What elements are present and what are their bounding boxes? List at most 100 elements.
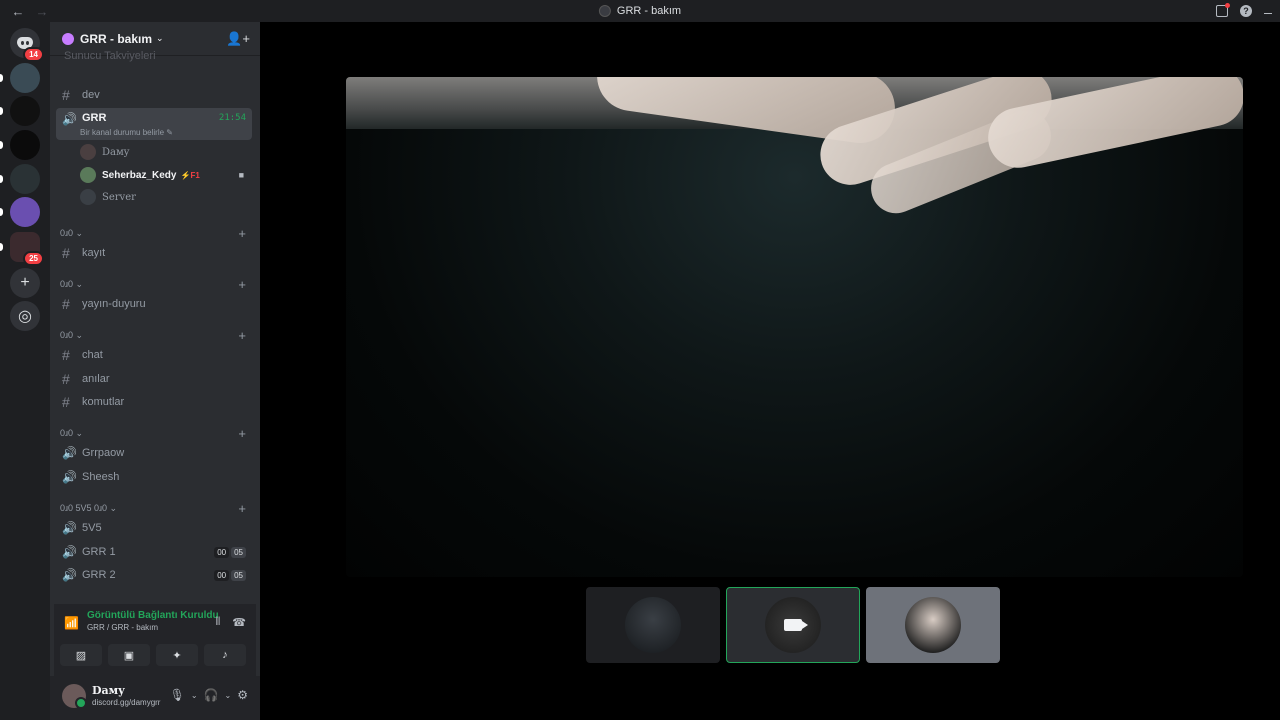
channel-label: komutlar xyxy=(82,396,125,408)
voice-status[interactable]: 📶 Görüntülü Bağlantı Kuruldu GRR / GRR -… xyxy=(64,610,219,632)
add-channel-icon[interactable]: + xyxy=(238,501,246,516)
chevron-down-icon[interactable]: ⌄ xyxy=(225,691,232,700)
channel-label: GRR xyxy=(82,112,107,124)
home-button[interactable]: 14 xyxy=(10,28,44,62)
member-name: Seherbaz_Kedy xyxy=(102,169,177,181)
unread-pill xyxy=(0,208,3,216)
server-icon-1[interactable] xyxy=(0,63,40,93)
speaker-icon: 🔊 xyxy=(62,521,77,535)
camera-off-button[interactable]: ▨ xyxy=(60,644,102,666)
channel-label: dev xyxy=(82,89,100,101)
channel-grr-2[interactable]: 🔊 GRR 2 00 05 xyxy=(56,564,252,586)
channel-status-setter[interactable]: Bir kanal durumu belirle ✎ xyxy=(80,128,173,137)
category-header[interactable]: 0ɹ0 ⌄ + xyxy=(60,328,250,343)
home-badge: 14 xyxy=(23,47,44,62)
signal-icon: 📶 xyxy=(64,616,79,630)
participant-tile[interactable] xyxy=(586,587,720,663)
channel-label: chat xyxy=(82,349,103,361)
server-folder[interactable]: 25 xyxy=(0,232,44,266)
category-label: 0ɹ0 ⌄ xyxy=(60,228,84,238)
category-header[interactable]: 0ɹ0 ⌄ + xyxy=(60,226,250,241)
explore-button[interactable]: ◎ xyxy=(10,301,40,331)
microphone-icon[interactable]: 🎙 xyxy=(170,688,185,702)
server-icon xyxy=(598,5,611,17)
server-icon-3[interactable] xyxy=(0,130,40,160)
user-avatar[interactable] xyxy=(62,684,87,709)
avatar xyxy=(80,189,96,205)
category-header[interactable]: 0ɹ0 ⌄ + xyxy=(60,277,250,292)
channel-sheesh[interactable]: 🔊 Sheesh xyxy=(56,466,252,488)
inbox-icon[interactable] xyxy=(1216,3,1230,17)
add-channel-icon[interactable]: + xyxy=(238,277,246,292)
hash-icon: # xyxy=(62,296,70,312)
activities-button[interactable]: ✦ xyxy=(156,644,198,666)
guild-icon xyxy=(62,32,74,45)
folder-badge: 25 xyxy=(23,251,44,266)
voice-buttons: ▨ ▣ ✦ ♪ xyxy=(60,644,246,666)
channel-dev[interactable]: # dev xyxy=(56,84,252,106)
unread-pill xyxy=(0,141,3,149)
soundboard-button[interactable]: ♪ xyxy=(204,644,246,666)
category-header[interactable]: 0ɹ0 5V5 0ɹ0 ⌄ + xyxy=(60,501,250,516)
voice-member[interactable]: Dамy xyxy=(80,142,129,162)
speaker-icon: 🔊 xyxy=(62,446,77,460)
minimize-icon[interactable] xyxy=(1264,8,1272,14)
title-bar: ← → GRR - bakım ? xyxy=(0,0,1280,22)
participant-tile[interactable] xyxy=(866,587,1000,663)
category-label: 0ɹ0 5V5 0ɹ0 ⌄ xyxy=(60,503,118,513)
add-channel-icon[interactable]: + xyxy=(238,226,246,241)
participant-tiles xyxy=(586,587,1000,663)
participant-tile-active[interactable] xyxy=(726,587,860,663)
headset-icon[interactable]: 🎧 xyxy=(204,688,219,702)
forward-arrow-icon[interactable]: → xyxy=(34,4,50,19)
channel-5v5[interactable]: 🔊 5V5 xyxy=(56,517,252,539)
avatar xyxy=(625,597,681,653)
disconnect-icon[interactable]: ☎ xyxy=(232,616,246,629)
server-icon-5[interactable] xyxy=(0,197,40,227)
add-server-button[interactable]: + xyxy=(10,268,40,298)
channel-label: Grrpaow xyxy=(82,447,125,459)
server-icon-4[interactable] xyxy=(0,164,40,194)
add-channel-icon[interactable]: + xyxy=(238,328,246,343)
window-controls: ? xyxy=(1216,3,1272,17)
speaker-icon: 🔊 xyxy=(62,470,77,484)
invite-people-icon[interactable]: 👤+ xyxy=(226,31,250,47)
channel-yayin-duyuru[interactable]: # yayın-duyuru xyxy=(56,293,252,315)
hash-icon: # xyxy=(62,371,70,387)
channel-anilar[interactable]: # anılar xyxy=(56,368,252,390)
back-arrow-icon[interactable]: ← xyxy=(10,4,26,19)
unread-pill xyxy=(0,74,3,82)
channel-grr-1[interactable]: 🔊 GRR 1 00 05 xyxy=(56,541,252,563)
user-limit: 05 xyxy=(231,546,246,558)
help-icon[interactable]: ? xyxy=(1240,5,1252,17)
screen-share-button[interactable]: ▣ xyxy=(108,644,150,666)
user-count: 00 xyxy=(214,546,230,558)
channel-label: GRR 2 xyxy=(82,569,116,581)
chevron-down-icon: ⌄ xyxy=(156,33,164,43)
channel-kayit[interactable]: # kayıt xyxy=(56,242,252,264)
member-name: Server xyxy=(102,191,136,203)
compass-icon: ◎ xyxy=(18,308,32,325)
hash-icon: # xyxy=(62,347,70,363)
add-channel-icon[interactable]: + xyxy=(238,426,246,441)
voice-member[interactable]: Server xyxy=(80,187,136,207)
category-label: 0ɹ0 ⌄ xyxy=(60,428,84,438)
voice-member[interactable]: Seherbaz_Kedy ⚡F1 ■ xyxy=(80,165,252,185)
focused-video-stream[interactable] xyxy=(346,77,1243,577)
channel-komutlar[interactable]: # komutlar xyxy=(56,391,252,413)
category-label: 0ɹ0 ⌄ xyxy=(60,330,84,340)
category-header[interactable]: 0ɹ0 ⌄ + xyxy=(60,426,250,441)
channel-label: Sheesh xyxy=(82,471,120,483)
channel-label: GRR 1 xyxy=(82,546,116,558)
window-title: GRR - bakım xyxy=(598,5,681,17)
user-limit-counter: 00 05 xyxy=(214,546,246,558)
server-icon-2[interactable] xyxy=(0,96,40,126)
channel-grrpaow[interactable]: 🔊 Grrpaow xyxy=(56,442,252,464)
server-boosts-item[interactable]: Sunucu Takviyeleri xyxy=(64,50,156,62)
noise-suppression-icon[interactable]: ⦀ xyxy=(215,616,220,629)
video-camera-icon: ■ xyxy=(238,170,244,180)
gear-icon[interactable]: ⚙ xyxy=(237,688,248,702)
channel-chat[interactable]: # chat xyxy=(56,344,252,366)
chevron-down-icon[interactable]: ⌄ xyxy=(191,691,198,700)
user-name[interactable]: Dамy xyxy=(92,684,125,697)
